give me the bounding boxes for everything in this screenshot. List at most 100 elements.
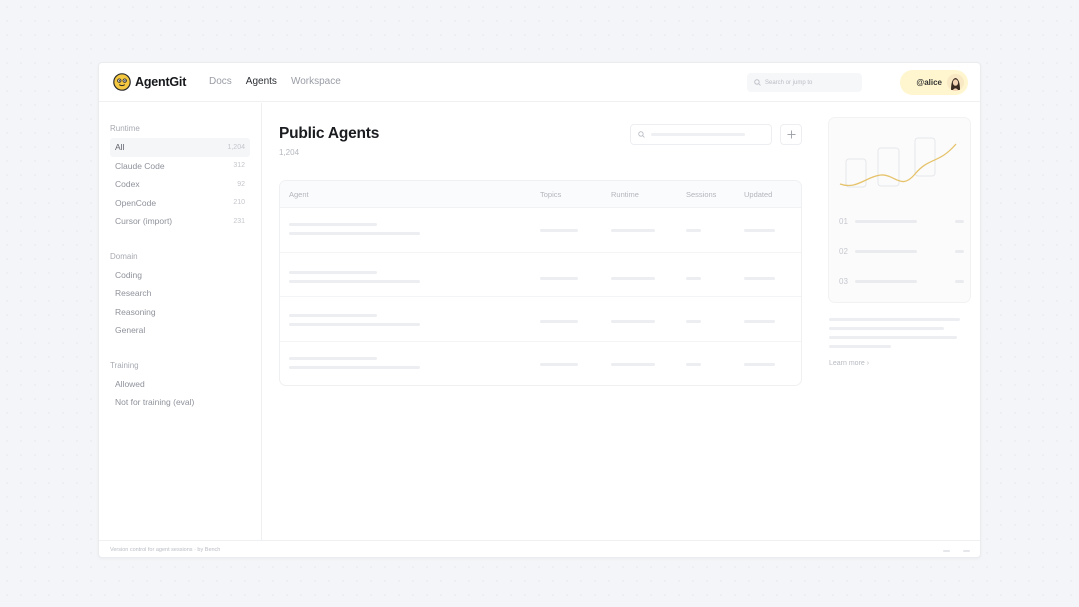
illustration [839,137,957,188]
user-menu[interactable]: @alice [900,70,968,95]
footer-link[interactable] [943,550,950,552]
step-number: 03 [839,277,848,286]
footer-text: Version control for agent sessions · by … [110,547,221,553]
skeleton-description [289,232,420,235]
app-name: AgentGit [135,75,187,89]
filter-label: General [115,325,146,336]
add-agent-button[interactable] [780,124,802,145]
skeleton-sessions [686,362,701,366]
text-skeleton [829,318,960,321]
skeleton-updated [744,362,775,366]
filter-count: 92 [237,180,245,188]
footer: Version control for agent sessions · by … [99,540,980,557]
filter-label: Claude Code [115,160,165,171]
user-handle: @alice [916,78,942,87]
skeleton-description [289,279,420,283]
footer-link[interactable] [963,550,970,552]
filter-runtime-opencode[interactable]: OpenCode 210 [110,194,250,213]
filter-group-title: Domain [110,251,138,261]
search-icon [638,131,645,138]
filter-count: 210 [233,199,245,207]
filter-runtime-codex[interactable]: Codex 92 [110,175,250,194]
step-skeleton [855,220,917,223]
step-skeleton [955,250,964,253]
table-row[interactable] [280,208,801,253]
skeleton-topics [540,320,578,323]
step-skeleton [855,250,917,253]
filter-label: Research [115,288,152,299]
filter-runtime-all[interactable]: All 1,204 [110,138,250,157]
page-title: Public Agents [279,125,380,142]
agent-search-input[interactable] [630,124,772,145]
plus-icon [786,130,796,139]
text-skeleton [829,345,891,348]
skeleton-sessions [686,320,701,323]
step-skeleton [955,280,964,283]
skeleton-runtime [611,229,655,232]
column-header-sessions[interactable]: Sessions [686,190,716,199]
skeleton-name [289,356,377,360]
table-row[interactable] [280,297,801,342]
skeleton-sessions [686,276,701,280]
filter-count: 312 [233,162,245,170]
column-header-updated[interactable]: Updated [744,190,772,199]
skeleton-updated [744,276,775,280]
filter-label: Reasoning [115,306,156,317]
top-nav: Docs Agents Workspace [209,76,341,87]
step-number: 02 [839,247,848,256]
filter-label: Not for training (eval) [115,397,195,408]
filter-label: Allowed [115,378,145,389]
learn-more-link[interactable]: Learn more › [829,360,869,367]
filter-label: OpenCode [115,197,157,208]
search-placeholder: Search or jump to [765,79,813,86]
filter-group-title: Training [110,360,139,370]
nav-agents[interactable]: Agents [246,76,277,87]
skeleton-sessions [686,229,701,232]
skeleton-topics [540,362,578,366]
filter-runtime-claude-code[interactable]: Claude Code 312 [110,157,250,176]
column-header-topics[interactable]: Topics [540,190,561,199]
table-row[interactable] [280,253,801,297]
filter-count: 231 [233,217,245,225]
filter-domain-general[interactable]: General [110,321,250,340]
skeleton-runtime [611,276,655,280]
filter-count: 1,204 [227,143,245,151]
agents-table: Agent Topics Runtime Sessions Updated [279,180,802,386]
filter-label: Cursor (import) [115,216,173,227]
agent-count: 1,204 [279,148,300,157]
top-bar: AgentGit Docs Agents Workspace Search or… [99,63,980,102]
filter-label: Codex [115,179,140,190]
filter-label: Coding [115,269,142,280]
avatar [947,74,964,91]
step-skeleton [955,220,964,223]
skeleton-topics [540,276,578,280]
agentgit-logo-icon [113,73,131,91]
column-header-runtime[interactable]: Runtime [611,190,639,199]
filter-domain-reasoning[interactable]: Reasoning [110,303,250,322]
skeleton-runtime [611,362,655,366]
column-header-agent[interactable]: Agent [289,190,309,199]
step-number: 01 [839,217,848,226]
filter-label: All [115,142,125,153]
filter-domain-research[interactable]: Research [110,284,250,303]
skeleton-description [289,365,420,369]
skeleton-description [289,323,420,326]
text-skeleton [829,327,944,330]
step-skeleton [855,280,917,283]
search-icon [754,79,761,86]
logo[interactable]: AgentGit [113,73,186,91]
skeleton-updated [744,320,775,323]
table-row[interactable] [280,342,801,386]
skeleton-updated [744,229,775,232]
filter-runtime-cursor[interactable]: Cursor (import) 231 [110,212,250,231]
nav-workspace[interactable]: Workspace [291,76,341,87]
filter-domain-coding[interactable]: Coding [110,266,250,285]
filter-training-allowed[interactable]: Allowed [110,375,250,394]
text-skeleton [829,336,957,339]
input-skeleton [651,133,745,136]
search-box[interactable]: Search or jump to [747,73,862,92]
skeleton-topics [540,229,578,232]
nav-docs[interactable]: Docs [209,76,232,87]
skeleton-runtime [611,320,655,323]
filter-training-eval[interactable]: Not for training (eval) [110,393,250,412]
